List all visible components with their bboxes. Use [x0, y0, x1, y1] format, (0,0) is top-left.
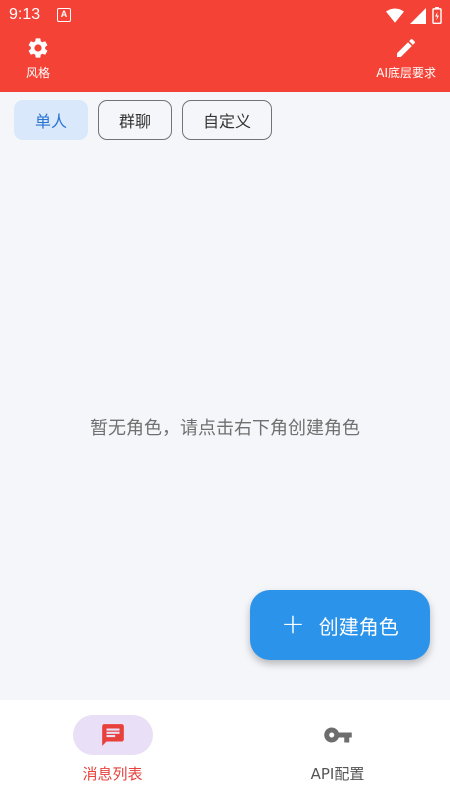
empty-state-text: 暂无角色，请点击右下角创建角色 — [90, 418, 360, 439]
create-role-label: 创建角色 — [318, 614, 399, 639]
role-type-tabs: 单人 群聊 自定义 — [14, 100, 273, 140]
nav-message-list-pill — [72, 715, 153, 755]
nav-message-list-label: 消息列表 — [82, 765, 143, 783]
tab-custom-label: 自定义 — [203, 112, 252, 131]
pencil-icon — [397, 38, 416, 57]
ai-requirements-button[interactable]: AI底层要求 — [376, 36, 436, 81]
tab-single-label: 单人 — [35, 112, 68, 131]
tab-group[interactable]: 群聊 — [98, 100, 173, 140]
bottom-navigation: 消息列表 API配置 — [0, 700, 450, 800]
battery-icon — [432, 7, 442, 24]
top-app-bar: 9:13 A 风格 AI底层要求 — [0, 0, 450, 92]
key-icon — [323, 727, 352, 743]
system-icons — [386, 7, 442, 24]
nav-api-config-label: API配置 — [310, 765, 365, 783]
gear-icon — [28, 38, 48, 58]
nav-message-list[interactable]: 消息列表 — [0, 700, 225, 800]
app-screen: 9:13 A 风格 AI底层要求 单人 群聊 自定义 暂无角色，请点击右下角创建… — [0, 0, 450, 800]
plus-icon: + — [281, 606, 305, 640]
status-bar: 9:13 A — [0, 0, 450, 32]
tab-group-label: 群聊 — [119, 112, 152, 131]
notification-icon: A — [57, 8, 71, 22]
create-role-button[interactable]: + 创建角色 — [250, 590, 430, 660]
style-label: 风格 — [26, 66, 51, 80]
ai-requirements-label: AI底层要求 — [376, 66, 436, 80]
nav-api-config-pill — [298, 715, 378, 755]
status-time: 9:13 — [9, 6, 41, 23]
nav-api-config[interactable]: API配置 — [225, 700, 450, 800]
style-button[interactable]: 风格 — [26, 36, 50, 81]
wifi-icon — [386, 8, 404, 23]
tab-custom[interactable]: 自定义 — [182, 100, 273, 140]
message-icon — [101, 724, 124, 746]
signal-icon — [410, 7, 426, 24]
tab-single[interactable]: 单人 — [14, 100, 89, 140]
